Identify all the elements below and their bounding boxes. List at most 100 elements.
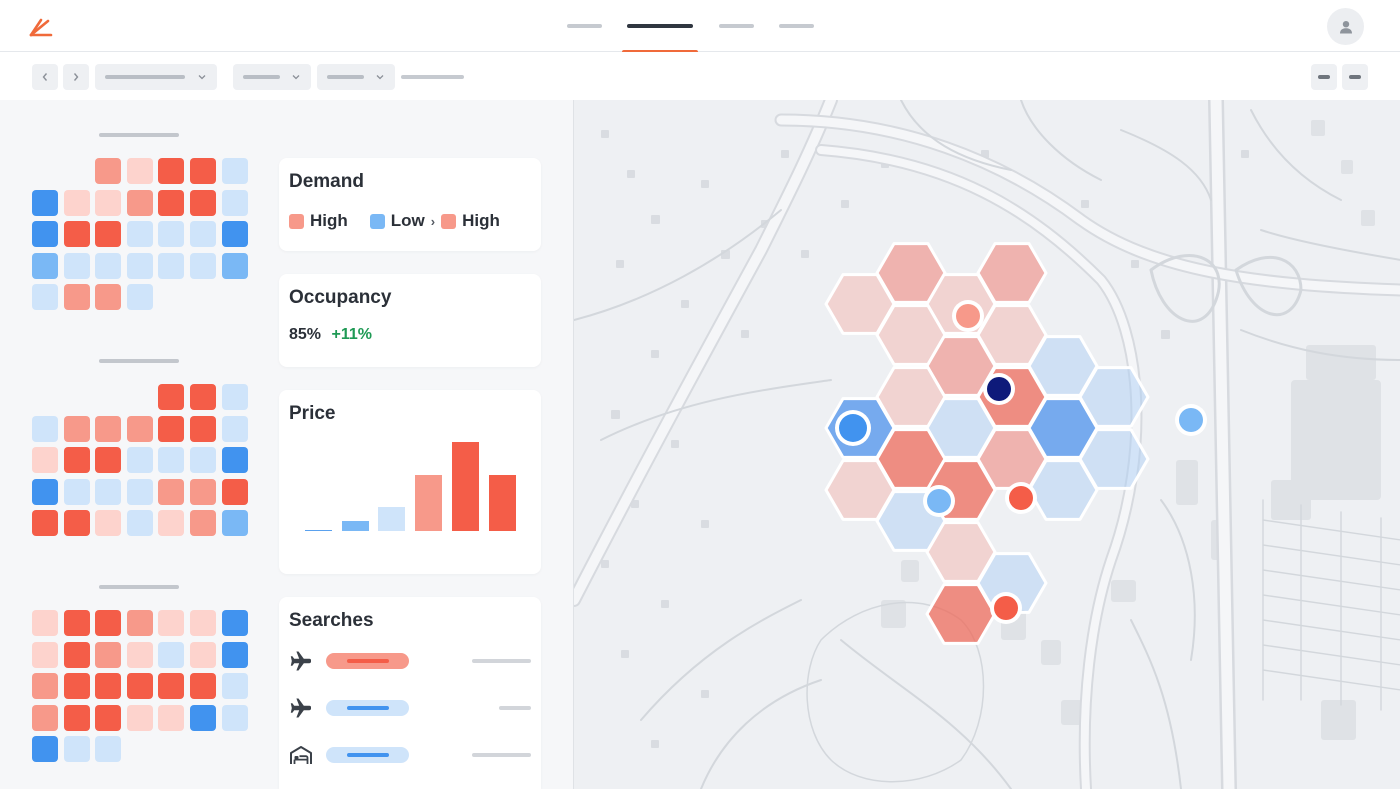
- heatmap-cell[interactable]: [126, 189, 153, 216]
- heatmap-cell[interactable]: [63, 221, 90, 248]
- map-view[interactable]: [573, 100, 1400, 789]
- nav-tab-4[interactable]: [774, 0, 818, 52]
- avatar[interactable]: [1327, 8, 1364, 45]
- heatmap-cell[interactable]: [126, 221, 153, 248]
- heatmap-cell[interactable]: [190, 189, 216, 216]
- heatmap-cell[interactable]: [158, 189, 185, 216]
- heatmap-cell[interactable]: [158, 673, 185, 700]
- heatmap-cell[interactable]: [95, 158, 122, 184]
- heatmap-cell[interactable]: [95, 641, 122, 668]
- heatmap-cell[interactable]: [63, 415, 90, 442]
- heatmap-cell[interactable]: [95, 189, 122, 216]
- heatmap-cell[interactable]: [63, 510, 90, 537]
- price-bar[interactable]: [451, 442, 479, 531]
- price-bar[interactable]: [488, 475, 516, 531]
- heatmap-cell[interactable]: [126, 478, 153, 505]
- heatmap-cell[interactable]: [32, 673, 58, 700]
- heatmap-cell[interactable]: [63, 447, 90, 474]
- heatmap-cell[interactable]: [190, 447, 216, 474]
- heatmap-cell[interactable]: [221, 415, 248, 442]
- heatmap-cell[interactable]: [32, 610, 58, 636]
- marker-red[interactable]: [990, 592, 1022, 624]
- heatmap-cell[interactable]: [190, 415, 216, 442]
- date-dropdown[interactable]: [233, 64, 311, 90]
- heatmap-cell[interactable]: [126, 673, 153, 700]
- back-button[interactable]: [32, 64, 58, 90]
- heatmap-cell[interactable]: [32, 415, 58, 442]
- zoom-out-button[interactable]: [1311, 64, 1337, 90]
- heatmap-cell[interactable]: [190, 384, 216, 410]
- heatmap-cell[interactable]: [221, 641, 248, 668]
- heatmap-cell[interactable]: [221, 704, 248, 731]
- collapse-button[interactable]: [1342, 64, 1368, 90]
- heatmap-cell[interactable]: [158, 641, 185, 668]
- location-dropdown[interactable]: [95, 64, 217, 90]
- heatmap-cell[interactable]: [190, 478, 216, 505]
- heatmap-cell[interactable]: [95, 610, 122, 636]
- heatmap-cell[interactable]: [126, 158, 153, 184]
- heatmap-cell[interactable]: [221, 221, 248, 248]
- heatmap-cell[interactable]: [32, 478, 58, 505]
- heatmap-cell[interactable]: [126, 704, 153, 731]
- heatmap-cell[interactable]: [32, 704, 58, 731]
- forward-button[interactable]: [63, 64, 89, 90]
- heatmap-cell[interactable]: [95, 736, 122, 763]
- heatmap-cell[interactable]: [158, 384, 185, 410]
- heatmap-cell[interactable]: [95, 415, 122, 442]
- marker-blue-large[interactable]: [835, 410, 871, 446]
- heatmap-cell[interactable]: [126, 510, 153, 537]
- price-bar[interactable]: [341, 520, 369, 531]
- heatmap-cell[interactable]: [126, 610, 153, 636]
- heatmap-cell[interactable]: [63, 189, 90, 216]
- marker-red[interactable]: [952, 300, 984, 332]
- heatmap-cell[interactable]: [63, 478, 90, 505]
- search-row-flights[interactable]: [279, 646, 541, 676]
- heatmap-cell[interactable]: [126, 284, 153, 311]
- app-logo-icon[interactable]: [28, 15, 54, 39]
- heatmap-cell[interactable]: [221, 158, 248, 184]
- price-bar[interactable]: [305, 529, 332, 531]
- heatmap-cell[interactable]: [221, 610, 248, 636]
- heatmap-cell[interactable]: [190, 252, 216, 279]
- heatmap-cell[interactable]: [158, 447, 185, 474]
- heatmap-cell[interactable]: [95, 478, 122, 505]
- heatmap-cell[interactable]: [190, 221, 216, 248]
- heatmap-cell[interactable]: [95, 284, 122, 311]
- heatmap-cell[interactable]: [63, 704, 90, 731]
- marker-dark[interactable]: [983, 373, 1015, 405]
- map-canvas[interactable]: [574, 100, 1400, 789]
- filter-dropdown[interactable]: [317, 64, 395, 90]
- heatmap-cell[interactable]: [63, 252, 90, 279]
- heatmap-cell[interactable]: [221, 252, 248, 279]
- heatmap-cell[interactable]: [221, 478, 248, 505]
- heatmap-cell[interactable]: [32, 510, 58, 537]
- heatmap-cell[interactable]: [158, 610, 185, 636]
- heatmap-cell[interactable]: [126, 415, 153, 442]
- heatmap-cell[interactable]: [32, 221, 58, 248]
- price-bar[interactable]: [415, 475, 443, 531]
- heatmap-cell[interactable]: [126, 641, 153, 668]
- heatmap-cell[interactable]: [221, 510, 248, 537]
- marker-blue[interactable]: [1175, 404, 1207, 436]
- marker-red[interactable]: [1005, 482, 1037, 514]
- heatmap-cell[interactable]: [221, 447, 248, 474]
- heatmap-cell[interactable]: [190, 510, 216, 537]
- marker-blue[interactable]: [923, 485, 955, 517]
- hexbin-cell[interactable]: [1027, 459, 1099, 521]
- heatmap-cell[interactable]: [95, 510, 122, 537]
- heatmap-cell[interactable]: [190, 704, 216, 731]
- heatmap-cell[interactable]: [190, 610, 216, 636]
- heatmap-cell[interactable]: [63, 284, 90, 311]
- heatmap-cell[interactable]: [221, 384, 248, 410]
- heatmap-cell[interactable]: [158, 415, 185, 442]
- heatmap-cell[interactable]: [95, 252, 122, 279]
- heatmap-cell[interactable]: [190, 158, 216, 184]
- heatmap-cell[interactable]: [63, 641, 90, 668]
- heatmap-cell[interactable]: [126, 252, 153, 279]
- hexbin-cell[interactable]: [925, 583, 997, 645]
- heatmap-cell[interactable]: [126, 447, 153, 474]
- heatmap-cell[interactable]: [63, 610, 90, 636]
- heatmap-cell[interactable]: [32, 641, 58, 668]
- heatmap-cell[interactable]: [95, 447, 122, 474]
- heatmap-cell[interactable]: [63, 736, 90, 763]
